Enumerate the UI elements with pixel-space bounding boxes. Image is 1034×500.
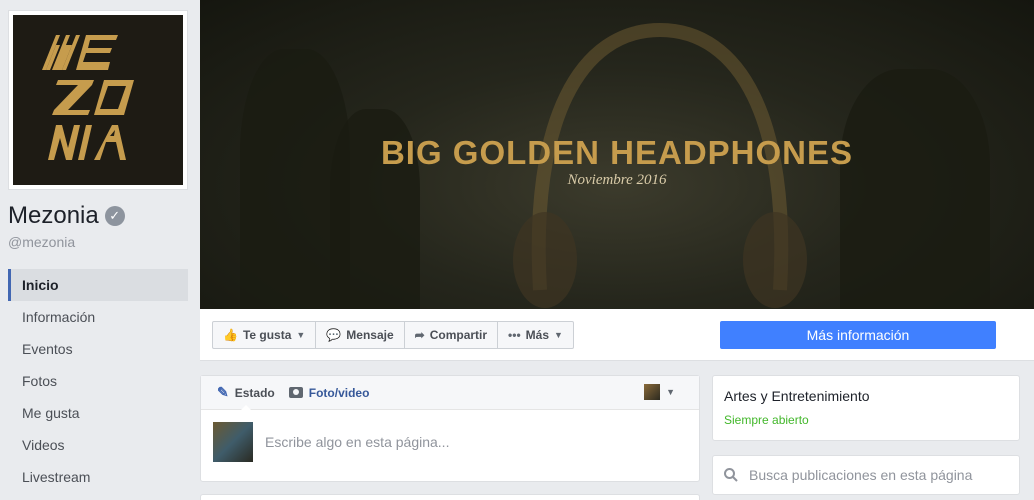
page-info-card: Artes y Entretenimiento Siempre abierto	[712, 375, 1020, 441]
nav-item-videos[interactable]: Videos	[8, 429, 188, 461]
search-input[interactable]	[749, 467, 1009, 483]
verified-badge-icon: ✓	[104, 206, 125, 226]
feed-card	[200, 494, 700, 500]
cover-title: BIG GOLDEN HEADPHONES	[380, 134, 854, 171]
page-action-bar: 👍 Te gusta ▼ 💬 Mensaje ➦ Compartir ••• M…	[200, 309, 1034, 361]
nav-item-inicio[interactable]: Inicio	[8, 269, 188, 301]
open-hours-status: Siempre abierto	[724, 413, 809, 427]
camera-icon	[288, 387, 303, 398]
share-arrow-icon: ➦	[414, 328, 425, 342]
post-composer: ✎ Estado Foto/video ▼	[200, 375, 700, 482]
nav-item-informacion[interactable]: Información	[8, 301, 188, 333]
page-category[interactable]: Artes y Entretenimiento	[724, 388, 1008, 404]
page-post-search	[712, 455, 1020, 495]
page-name[interactable]: Mezonia ✓	[8, 202, 125, 230]
chevron-down-icon: ▼	[296, 330, 306, 340]
like-label: Te gusta	[242, 328, 292, 342]
share-label: Compartir	[429, 328, 488, 342]
nav-item-fotos[interactable]: Fotos	[8, 365, 188, 397]
more-dots-icon: •••	[508, 328, 521, 342]
cover-subtitle: Noviembre 2016	[567, 172, 667, 188]
user-avatar	[213, 422, 253, 462]
page-avatar-mini	[644, 384, 661, 400]
composer-tabs: ✎ Estado Foto/video ▼	[201, 376, 699, 411]
chevron-down-icon: ▼	[554, 330, 563, 340]
mezonia-logo	[13, 15, 183, 185]
share-button[interactable]: ➦ Compartir	[405, 322, 499, 348]
message-label: Mensaje	[346, 328, 394, 342]
search-icon	[724, 468, 738, 482]
page-handle[interactable]: @mezonia	[8, 234, 75, 250]
profile-picture[interactable]	[8, 10, 188, 190]
like-button[interactable]: 👍 Te gusta ▼	[213, 322, 317, 348]
tab-foto-video-label: Foto/video	[308, 385, 370, 400]
tab-estado[interactable]: ✎ Estado	[217, 376, 275, 411]
tab-estado-label: Estado	[234, 385, 275, 400]
page-nav: Inicio Información Eventos Fotos Me gust…	[8, 269, 188, 493]
nav-item-me-gusta[interactable]: Me gusta	[8, 397, 188, 429]
message-button[interactable]: 💬 Mensaje	[316, 322, 405, 348]
page-name-text[interactable]: Mezonia	[8, 202, 99, 230]
post-as-selector[interactable]: ▼	[644, 384, 675, 400]
composer-body	[201, 410, 699, 474]
cover-photo[interactable]: BIG GOLDEN HEADPHONES Noviembre 2016	[200, 0, 1034, 309]
pencil-icon: ✎	[217, 384, 229, 400]
more-label: Más	[525, 328, 549, 342]
action-button-group: 👍 Te gusta ▼ 💬 Mensaje ➦ Compartir ••• M…	[212, 321, 574, 349]
nav-item-livestream[interactable]: Livestream	[8, 461, 188, 493]
messenger-icon: 💬	[326, 328, 342, 342]
nav-item-eventos[interactable]: Eventos	[8, 333, 188, 365]
chevron-down-icon: ▼	[666, 387, 675, 397]
more-info-button[interactable]: Más información	[720, 321, 996, 349]
tab-foto-video[interactable]: Foto/video	[288, 376, 370, 410]
more-button[interactable]: ••• Más ▼	[498, 322, 573, 348]
thumbs-up-icon: 👍	[223, 328, 238, 342]
post-input[interactable]	[265, 434, 665, 450]
